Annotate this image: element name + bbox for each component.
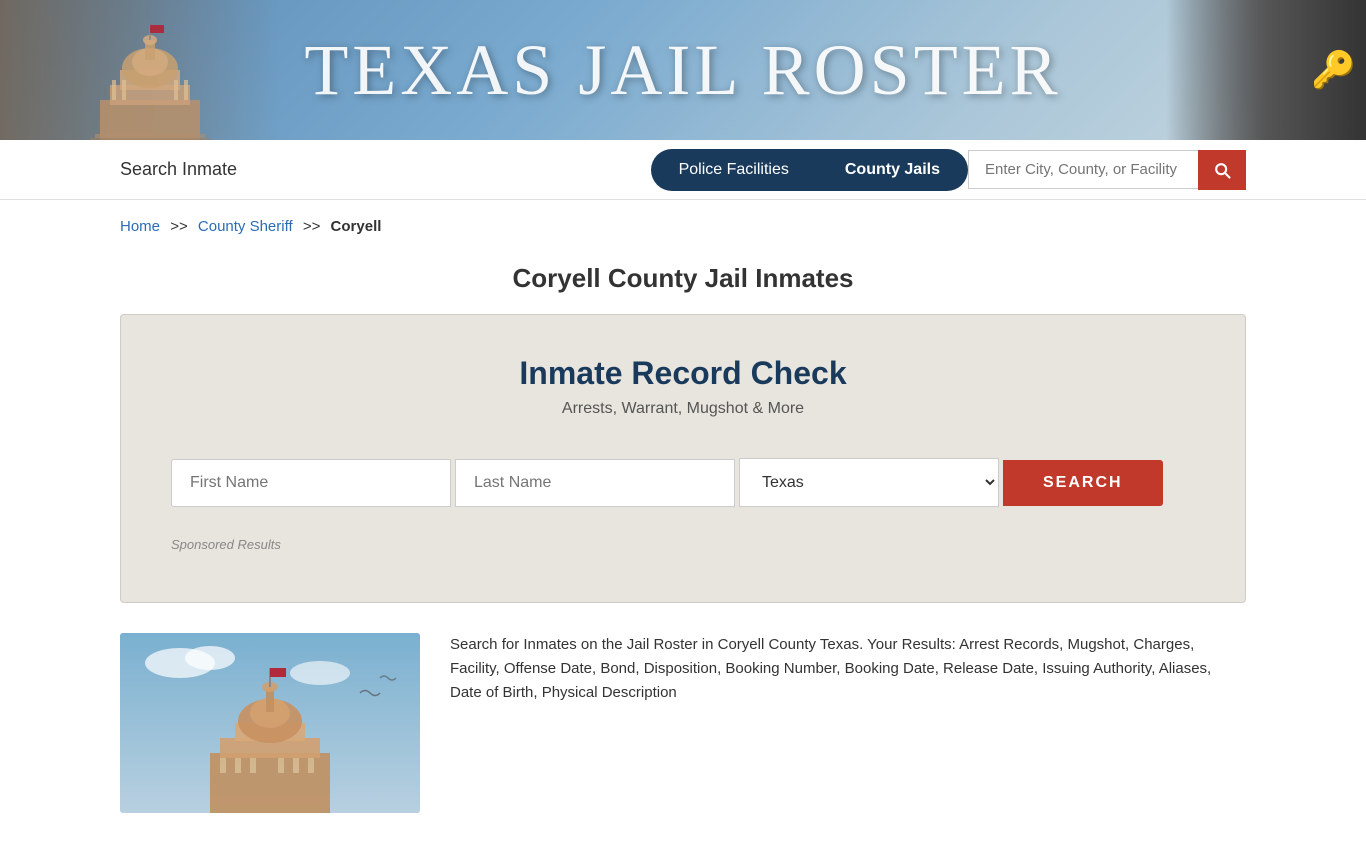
nav-area: Search Inmate Police Facilities County J… — [0, 140, 1366, 200]
facility-search-input[interactable] — [968, 150, 1198, 189]
banner-title: Texas Jail Roster — [304, 29, 1061, 112]
state-select[interactable]: AlabamaAlaskaArizonaArkansasCaliforniaCo… — [739, 458, 999, 507]
police-facilities-button[interactable]: Police Facilities — [651, 149, 817, 191]
header-banner: Texas Jail Roster 🔑 — [0, 0, 1366, 140]
first-name-input[interactable] — [171, 459, 451, 507]
breadcrumb: Home >> County Sheriff >> Coryell — [0, 200, 1366, 253]
page-title-section: Coryell County Jail Inmates — [0, 253, 1366, 314]
bottom-capitol-image — [120, 633, 420, 813]
facility-search-button[interactable] — [1198, 150, 1246, 190]
bottom-section: Search for Inmates on the Jail Roster in… — [120, 633, 1246, 813]
bottom-description-text: Search for Inmates on the Jail Roster in… — [450, 633, 1246, 705]
page-title: Coryell County Jail Inmates — [0, 263, 1366, 294]
last-name-input[interactable] — [455, 459, 735, 507]
record-check-box: Inmate Record Check Arrests, Warrant, Mu… — [120, 314, 1246, 603]
banner-keys-image: 🔑 — [1166, 0, 1366, 140]
search-form-row: AlabamaAlaskaArizonaArkansasCaliforniaCo… — [171, 458, 1195, 507]
breadcrumb-sep-2: >> — [303, 218, 321, 235]
breadcrumb-home-link[interactable]: Home — [120, 218, 160, 235]
record-search-button[interactable]: SEARCH — [1003, 460, 1163, 506]
county-jails-button[interactable]: County Jails — [817, 149, 968, 191]
banner-capitol-image — [40, 0, 280, 140]
record-check-subtitle: Arrests, Warrant, Mugshot & More — [171, 400, 1195, 418]
nav-right: Police Facilities County Jails — [651, 149, 1246, 191]
breadcrumb-sep-1: >> — [170, 218, 188, 235]
search-inmate-label: Search Inmate — [120, 159, 237, 180]
breadcrumb-county-sheriff-link[interactable]: County Sheriff — [198, 218, 293, 235]
sponsored-results-label: Sponsored Results — [171, 537, 1195, 552]
main-content: Inmate Record Check Arrests, Warrant, Mu… — [0, 314, 1366, 843]
breadcrumb-current: Coryell — [331, 218, 382, 235]
record-check-title: Inmate Record Check — [171, 355, 1195, 392]
search-icon — [1212, 160, 1232, 180]
